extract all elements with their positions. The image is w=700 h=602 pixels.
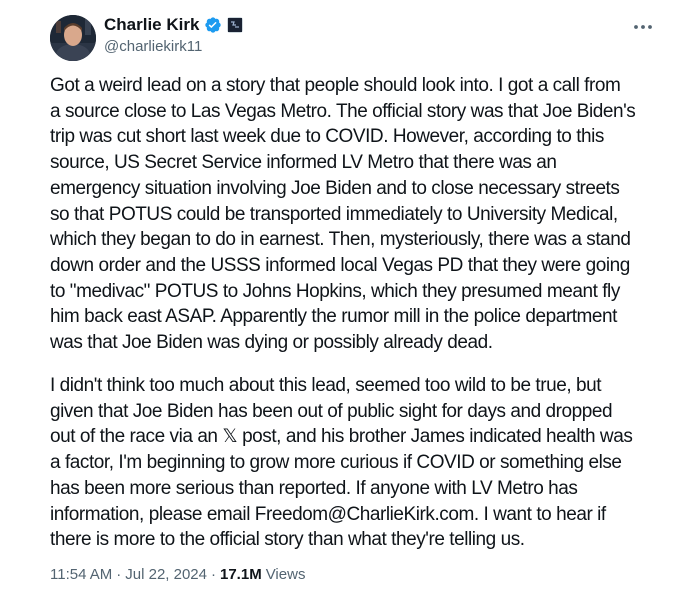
author-handle[interactable]: @charliekirk11 [104, 38, 202, 55]
tweet-time[interactable]: 11:54 AM [50, 566, 112, 583]
meta-separator: · [211, 566, 216, 583]
tweet-date[interactable]: Jul 22, 2024 [125, 566, 207, 583]
views-label: Views [265, 566, 306, 583]
meta-separator: · [116, 566, 122, 583]
more-options-icon[interactable] [632, 20, 654, 34]
tweet-text-paragraph-2: I didn't think too much about this lead,… [50, 375, 633, 551]
tweet-meta: 11:54 AM · Jul 22, 2024 · 17.1M Views [50, 566, 305, 583]
avatar[interactable] [50, 15, 96, 61]
verified-badge-icon [204, 16, 222, 34]
affiliate-badge-icon[interactable] [227, 17, 244, 33]
tweet: Charlie Kirk @charliekirk11 Got a weird … [0, 0, 700, 602]
author-display-name[interactable]: Charlie Kirk [104, 15, 199, 35]
tweet-text-paragraph-1: Got a weird lead on a story that people … [50, 75, 636, 354]
views-count: 17.1M [220, 566, 262, 583]
author-name-row: Charlie Kirk [104, 15, 244, 35]
